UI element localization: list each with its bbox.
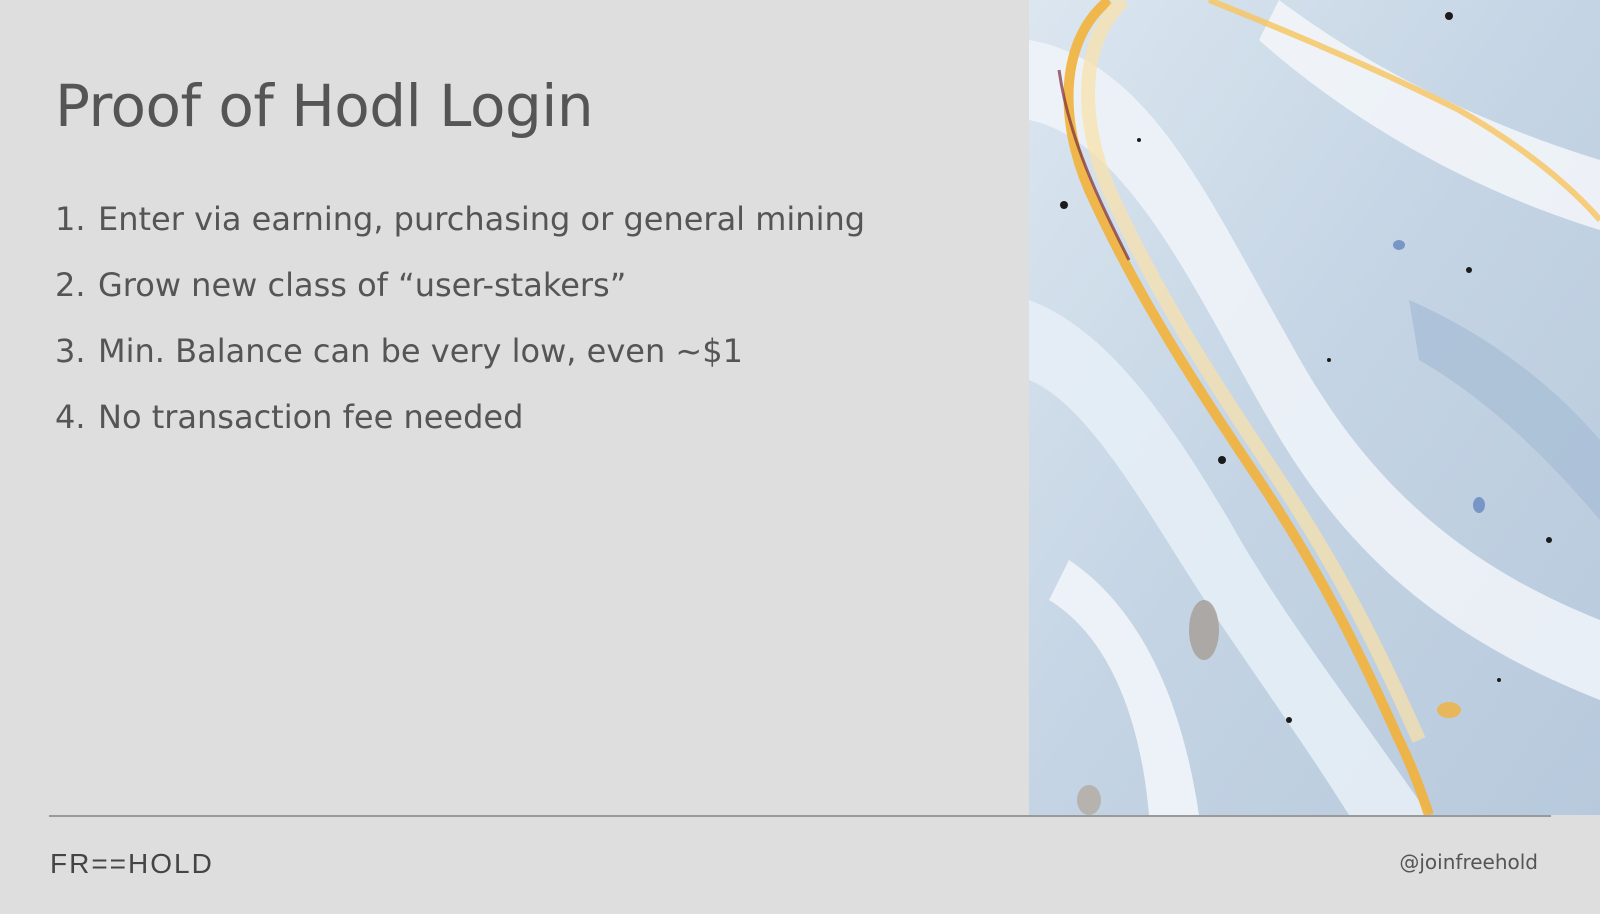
logo-text: FR==HOLD — [50, 848, 214, 878]
marble-art-image — [1029, 0, 1600, 815]
list-item: 3. Min. Balance can be very low, even ~$… — [55, 332, 865, 398]
list-item: 2. Grow new class of “user-stakers” — [55, 266, 865, 332]
slide-title: Proof of Hodl Login — [55, 72, 594, 140]
social-handle: @joinfreehold — [1399, 850, 1538, 874]
list-item-text: Grow new class of “user-stakers” — [98, 266, 627, 304]
slide: Proof of Hodl Login 1. Enter via earning… — [0, 0, 1600, 914]
list-item-text: Min. Balance can be very low, even ~$1 — [98, 332, 743, 370]
freehold-logo: FR==HOLD — [50, 848, 214, 878]
list-item-number: 1. — [55, 200, 86, 238]
list-item-number: 4. — [55, 398, 86, 436]
list-item: 4. No transaction fee needed — [55, 398, 865, 464]
list-item-text: Enter via earning, purchasing or general… — [98, 200, 866, 238]
bullet-list: 1. Enter via earning, purchasing or gene… — [55, 200, 865, 464]
list-item: 1. Enter via earning, purchasing or gene… — [55, 200, 865, 266]
list-item-text: No transaction fee needed — [98, 398, 524, 436]
list-item-number: 3. — [55, 332, 86, 370]
footer-divider — [49, 815, 1551, 817]
list-item-number: 2. — [55, 266, 86, 304]
